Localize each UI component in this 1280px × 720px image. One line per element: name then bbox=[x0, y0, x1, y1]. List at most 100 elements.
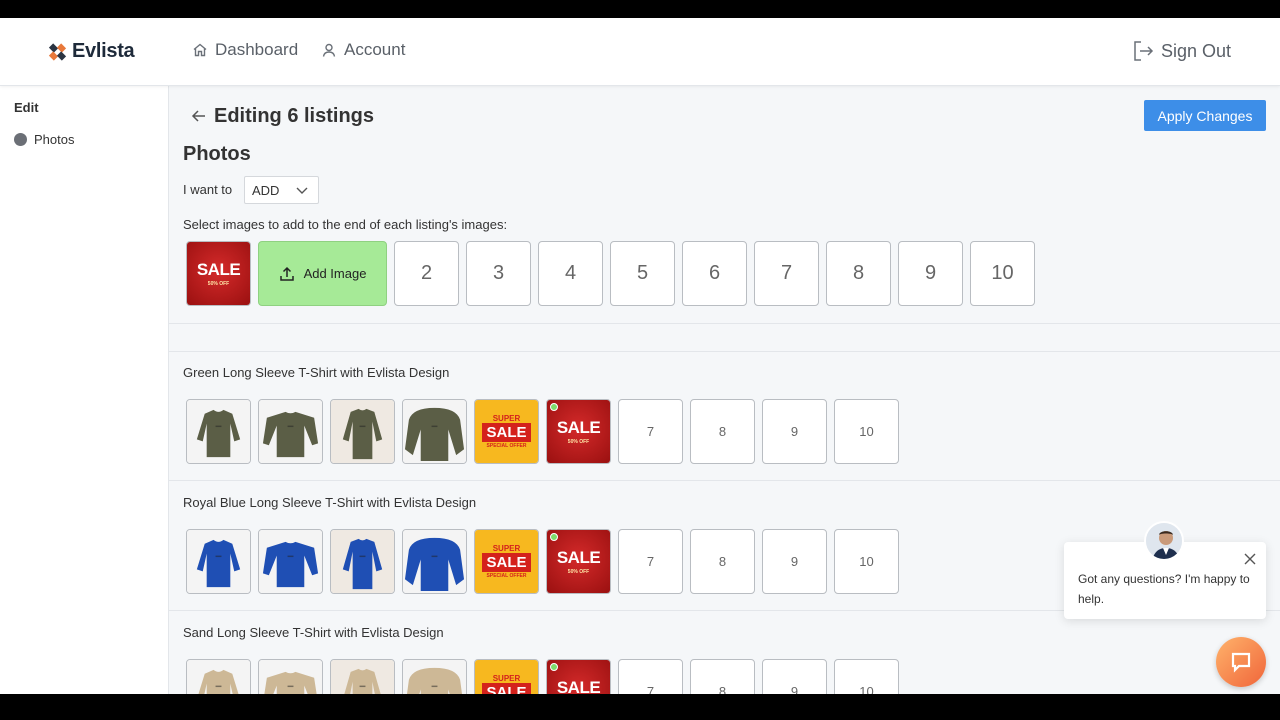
close-icon[interactable] bbox=[1243, 552, 1257, 566]
chat-message: Got any questions? I'm happy to help. bbox=[1078, 572, 1250, 606]
image-slot[interactable]: 4 bbox=[538, 241, 603, 306]
product-photo-thumb[interactable] bbox=[402, 529, 467, 594]
image-slot[interactable]: 7 bbox=[618, 659, 683, 694]
product-photo-thumb[interactable] bbox=[330, 659, 395, 694]
super-text: SUPER bbox=[492, 544, 521, 553]
page-title: Editing 6 listings bbox=[214, 105, 375, 127]
image-slot[interactable]: 8 bbox=[690, 659, 755, 694]
product-photo-thumb[interactable] bbox=[186, 529, 251, 594]
image-slot[interactable]: 3 bbox=[466, 241, 531, 306]
chat-launcher-button[interactable] bbox=[1216, 637, 1266, 687]
top-navbar: Evlista Dashboard Account Sign Out bbox=[0, 18, 1280, 86]
shirt-image bbox=[331, 530, 394, 593]
listing-images-row: SUPERSALESPECIAL OFFERSALE50% OFF78910 bbox=[186, 529, 899, 594]
image-slot[interactable]: 9 bbox=[898, 241, 963, 306]
action-select[interactable]: ADD bbox=[244, 176, 319, 204]
shirt-image bbox=[331, 660, 394, 694]
product-photo-thumb[interactable] bbox=[330, 399, 395, 464]
super-sale-thumb[interactable]: SUPERSALESPECIAL OFFER bbox=[474, 399, 539, 464]
image-slot[interactable]: 8 bbox=[826, 241, 891, 306]
sign-out-label: Sign Out bbox=[1161, 40, 1232, 61]
back-arrow-icon[interactable] bbox=[190, 107, 208, 125]
listing-title: Green Long Sleeve T-Shirt with Evlista D… bbox=[183, 365, 450, 380]
image-slot[interactable]: 7 bbox=[754, 241, 819, 306]
sale-text: SALE bbox=[556, 678, 601, 694]
image-slot[interactable]: 8 bbox=[690, 529, 755, 594]
sale-text: SALE bbox=[482, 423, 531, 442]
image-slot[interactable]: 9 bbox=[762, 529, 827, 594]
listing-section: Green Long Sleeve T-Shirt with Evlista D… bbox=[169, 351, 1280, 481]
shirt-image bbox=[403, 530, 466, 593]
image-slot[interactable]: 7 bbox=[618, 399, 683, 464]
logo-text: Evlista bbox=[72, 40, 135, 62]
image-slot[interactable]: 9 bbox=[762, 659, 827, 694]
add-image-label: Add Image bbox=[303, 266, 367, 281]
super-sale-thumb[interactable]: SUPERSALESPECIAL OFFER bbox=[474, 529, 539, 594]
nav-account[interactable]: Account bbox=[321, 40, 405, 60]
product-photo-thumb[interactable] bbox=[402, 399, 467, 464]
apply-changes-button[interactable]: Apply Changes bbox=[1144, 100, 1266, 131]
shirt-image bbox=[331, 400, 394, 463]
selected-image-thumb[interactable]: SALE 50% OFF bbox=[186, 241, 251, 306]
app-window: Evlista Dashboard Account Sign Out Edit bbox=[0, 18, 1280, 694]
user-icon bbox=[322, 43, 336, 57]
offer-text: SPECIAL OFFER bbox=[486, 573, 527, 579]
select-images-hint: Select images to add to the end of each … bbox=[183, 217, 508, 232]
divider bbox=[169, 323, 1280, 324]
listing-section: Sand Long Sleeve T-Shirt with Evlista De… bbox=[169, 611, 1280, 694]
super-sale-image: SUPERSALESPECIAL OFFER bbox=[475, 660, 538, 694]
image-slot[interactable]: 10 bbox=[834, 399, 899, 464]
image-slot[interactable]: 10 bbox=[970, 241, 1035, 306]
chat-bubble-icon bbox=[1231, 652, 1251, 673]
sale-text: SALE bbox=[556, 418, 601, 437]
image-slot[interactable]: 2 bbox=[394, 241, 459, 306]
shirt-image bbox=[259, 400, 322, 463]
image-slot[interactable]: 10 bbox=[834, 529, 899, 594]
home-icon bbox=[193, 43, 207, 57]
product-photo-thumb[interactable] bbox=[330, 529, 395, 594]
sale-text: SALE bbox=[556, 548, 601, 567]
product-photo-thumb[interactable] bbox=[258, 399, 323, 464]
listing-title: Sand Long Sleeve T-Shirt with Evlista De… bbox=[183, 625, 444, 640]
new-sale-thumb[interactable]: SALE 50% OFF bbox=[546, 529, 611, 594]
nav-account-label: Account bbox=[344, 40, 406, 59]
listing-title: Royal Blue Long Sleeve T-Shirt with Evli… bbox=[183, 495, 477, 510]
off-text: 50% OFF bbox=[567, 569, 590, 575]
product-photo-thumb[interactable] bbox=[258, 529, 323, 594]
product-photo-thumb[interactable] bbox=[186, 659, 251, 694]
action-label: I want to bbox=[183, 182, 233, 197]
image-slot[interactable]: 9 bbox=[762, 399, 827, 464]
product-photo-thumb[interactable] bbox=[258, 659, 323, 694]
image-slot[interactable]: 7 bbox=[618, 529, 683, 594]
listing-images-row: SUPERSALESPECIAL OFFERSALE50% OFF78910 bbox=[186, 399, 899, 464]
new-sale-thumb[interactable]: SALE50% OFF bbox=[546, 659, 611, 694]
logo[interactable]: Evlista bbox=[48, 40, 135, 63]
sale-text: SALE bbox=[482, 683, 531, 694]
product-photo-thumb[interactable] bbox=[402, 659, 467, 694]
image-slot[interactable]: 5 bbox=[610, 241, 675, 306]
sign-out-icon bbox=[1134, 41, 1154, 61]
super-sale-thumb[interactable]: SUPERSALESPECIAL OFFER bbox=[474, 659, 539, 694]
image-picker-row: SALE 50% OFF Add Image 2 3 4 5 6 7 8 9 1… bbox=[186, 241, 1035, 306]
offer-text: SPECIAL OFFER bbox=[486, 443, 527, 449]
nav-dashboard-label: Dashboard bbox=[215, 40, 299, 59]
new-indicator-icon bbox=[550, 533, 558, 541]
image-slot[interactable]: 10 bbox=[834, 659, 899, 694]
add-image-button[interactable]: Add Image bbox=[258, 241, 387, 306]
sign-out-button[interactable]: Sign Out bbox=[1131, 39, 1231, 63]
upload-icon bbox=[279, 266, 294, 281]
new-sale-thumb[interactable]: SALE50% OFF bbox=[546, 399, 611, 464]
shirt-image bbox=[259, 660, 322, 694]
image-slot[interactable]: 6 bbox=[682, 241, 747, 306]
image-slot[interactable]: 8 bbox=[690, 399, 755, 464]
product-photo-thumb[interactable] bbox=[186, 399, 251, 464]
nav-dashboard[interactable]: Dashboard bbox=[192, 40, 298, 60]
chevron-down-icon bbox=[296, 187, 308, 194]
sale-text: SALE bbox=[482, 553, 531, 572]
section-title: Photos bbox=[183, 143, 251, 165]
super-text: SUPER bbox=[492, 674, 521, 683]
sale-image: SALE 50% OFF bbox=[187, 242, 250, 305]
shirt-image bbox=[259, 530, 322, 593]
sidebar: Edit Photos bbox=[0, 86, 169, 694]
sidebar-item-photos[interactable]: Photos bbox=[14, 132, 74, 147]
